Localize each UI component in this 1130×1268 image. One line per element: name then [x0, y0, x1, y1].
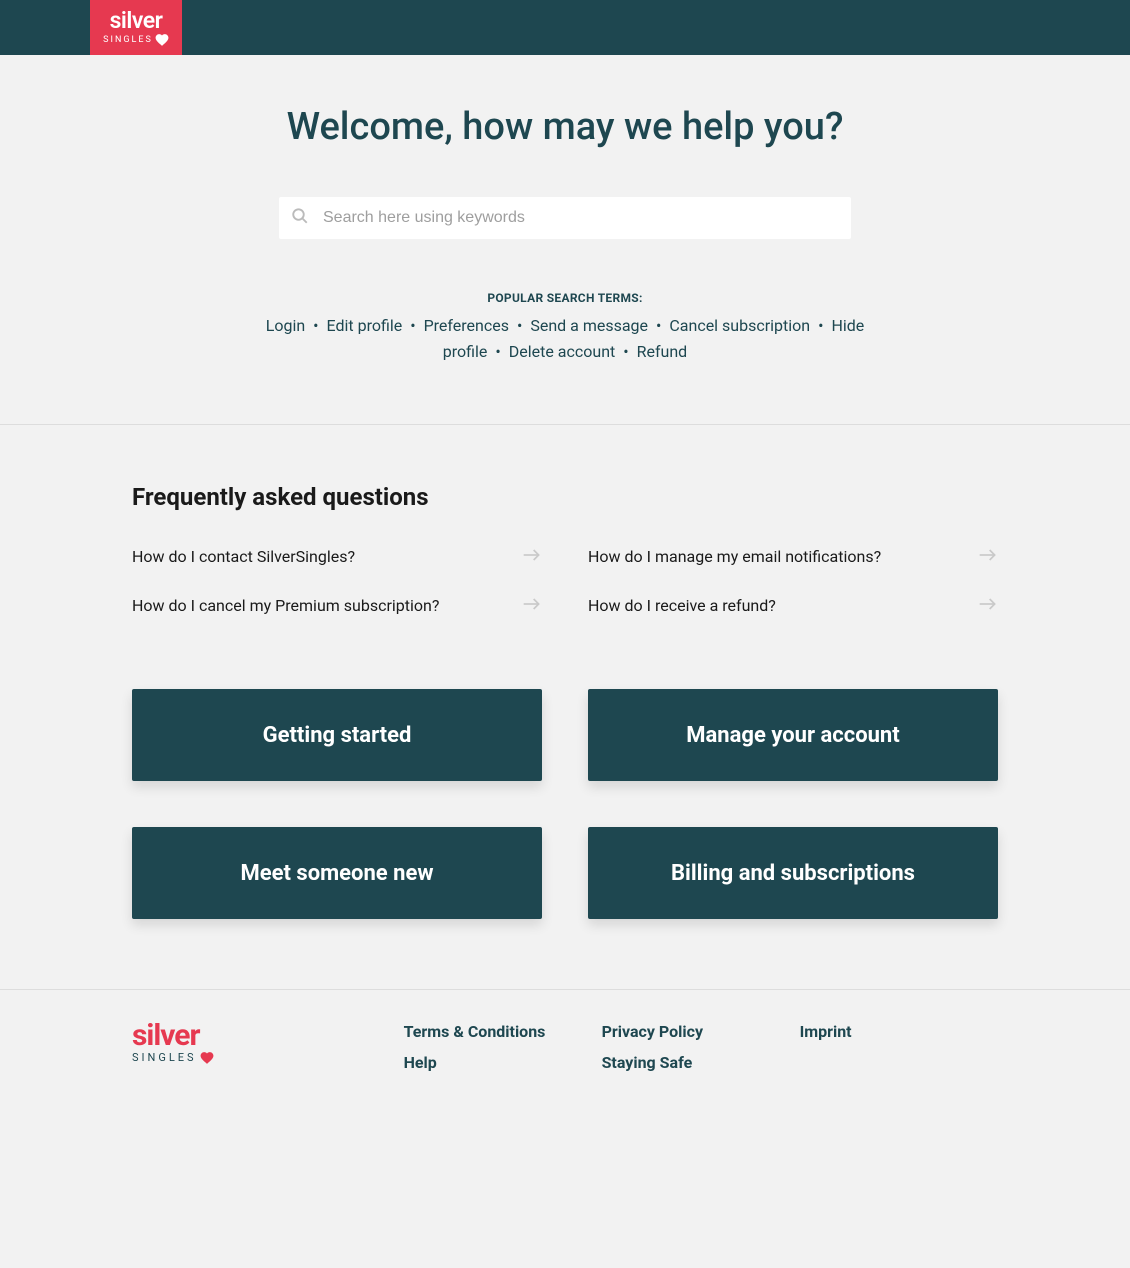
topic-card-label: Meet someone new — [240, 861, 433, 886]
topic-card[interactable]: Getting started — [132, 689, 542, 781]
faq-item[interactable]: How do I cancel my Premium subscription? — [132, 596, 542, 615]
footer-link[interactable]: Staying Safe — [602, 1053, 800, 1072]
separator: • — [491, 342, 504, 361]
separator: • — [406, 316, 419, 335]
footer: silver SINGLES Terms & ConditionsPrivacy… — [0, 989, 1130, 1132]
faq-item-label: How do I receive a refund? — [588, 596, 776, 615]
separator: • — [814, 316, 827, 335]
footer-link[interactable]: Privacy Policy — [602, 1022, 800, 1041]
popular-term-link[interactable]: Delete account — [509, 342, 616, 361]
separator: • — [309, 316, 322, 335]
topic-card[interactable]: Manage your account — [588, 689, 998, 781]
search-input[interactable] — [279, 197, 851, 239]
heart-icon — [155, 34, 169, 46]
brand-name-bottom: SINGLES — [103, 34, 169, 46]
topic-card-label: Manage your account — [686, 723, 899, 748]
faq-item[interactable]: How do I receive a refund? — [588, 596, 998, 615]
arrow-right-icon — [522, 596, 542, 615]
separator: • — [619, 342, 632, 361]
faq-section: Frequently asked questions How do I cont… — [132, 425, 998, 989]
topic-card-label: Billing and subscriptions — [671, 861, 915, 886]
brand-name-top-footer: silver — [132, 1022, 214, 1049]
popular-term-link[interactable]: Cancel subscription — [669, 316, 810, 335]
popular-terms-list: Login • Edit profile • Preferences • Sen… — [245, 313, 885, 364]
search-icon — [291, 207, 309, 229]
topic-card[interactable]: Billing and subscriptions — [588, 827, 998, 919]
popular-term-link[interactable]: Refund — [637, 342, 688, 361]
faq-item-label: How do I contact SilverSingles? — [132, 547, 355, 566]
brand-logo-footer[interactable]: silver SINGLES — [132, 1022, 214, 1064]
footer-link[interactable]: Imprint — [800, 1022, 998, 1041]
topic-card[interactable]: Meet someone new — [132, 827, 542, 919]
arrow-right-icon — [522, 547, 542, 566]
header-bar: silver SINGLES — [0, 0, 1130, 55]
popular-term-link[interactable]: Preferences — [424, 316, 509, 335]
footer-link[interactable]: Terms & Conditions — [404, 1022, 602, 1041]
topic-card-label: Getting started — [263, 723, 412, 748]
topic-grid: Getting started Manage your account Meet s… — [132, 689, 998, 919]
footer-links: Terms & ConditionsPrivacy PolicyImprint H… — [404, 1022, 998, 1072]
brand-logo-top[interactable]: silver SINGLES — [90, 0, 182, 55]
faq-item-label: How do I cancel my Premium subscription? — [132, 596, 439, 615]
footer-link[interactable]: Help — [404, 1053, 602, 1072]
popular-term-link[interactable]: Edit profile — [327, 316, 403, 335]
popular-term-link[interactable]: Login — [266, 316, 305, 335]
faq-item[interactable]: How do I manage my email notifications? — [588, 547, 998, 566]
faq-item-label: How do I manage my email notifications? — [588, 547, 881, 566]
popular-term-link[interactable]: Send a message — [530, 316, 648, 335]
brand-name-bottom-footer: SINGLES — [132, 1051, 214, 1064]
heart-icon — [200, 1052, 214, 1064]
faq-title: Frequently asked questions — [132, 483, 998, 511]
faq-grid: How do I contact SilverSingles? How do I … — [132, 547, 998, 615]
page-title: Welcome, how may we help you? — [20, 105, 1110, 149]
arrow-right-icon — [978, 596, 998, 615]
popular-terms-label: POPULAR SEARCH TERMS: — [20, 291, 1110, 305]
separator: • — [652, 316, 665, 335]
separator: • — [513, 316, 526, 335]
hero-section: Welcome, how may we help you? POPULAR SE… — [0, 55, 1130, 424]
faq-item[interactable]: How do I contact SilverSingles? — [132, 547, 542, 566]
arrow-right-icon — [978, 547, 998, 566]
search-container — [279, 197, 851, 239]
brand-name-top: silver — [110, 9, 163, 32]
